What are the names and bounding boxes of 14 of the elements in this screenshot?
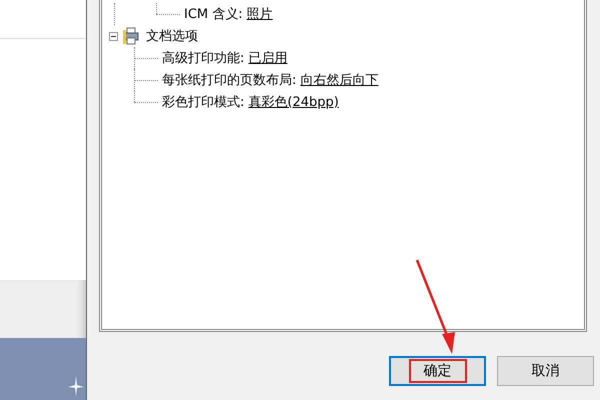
setting-label: ICM 含义: <box>184 6 243 23</box>
setting-value[interactable]: 已启用 <box>248 49 288 67</box>
setting-value[interactable]: 真彩色(24bpp) <box>248 93 339 111</box>
setting-label: 高级打印功能: <box>162 50 244 67</box>
setting-value[interactable]: 向右然后向下 <box>300 71 378 89</box>
printer-icon <box>122 27 140 45</box>
setting-label: 彩色打印模式: <box>162 94 244 111</box>
setting-value[interactable]: 照片 <box>246 5 273 23</box>
dialog-button[interactable]: 确定 <box>389 356 486 386</box>
sparkle-icon <box>68 376 84 396</box>
collapse-icon[interactable] <box>109 32 118 40</box>
dialog-button[interactable]: 取消 <box>497 356 594 386</box>
setting-label: 每张纸打印的页数布局: <box>162 72 296 89</box>
tree-group-label[interactable]: 文档选项 <box>146 27 198 45</box>
